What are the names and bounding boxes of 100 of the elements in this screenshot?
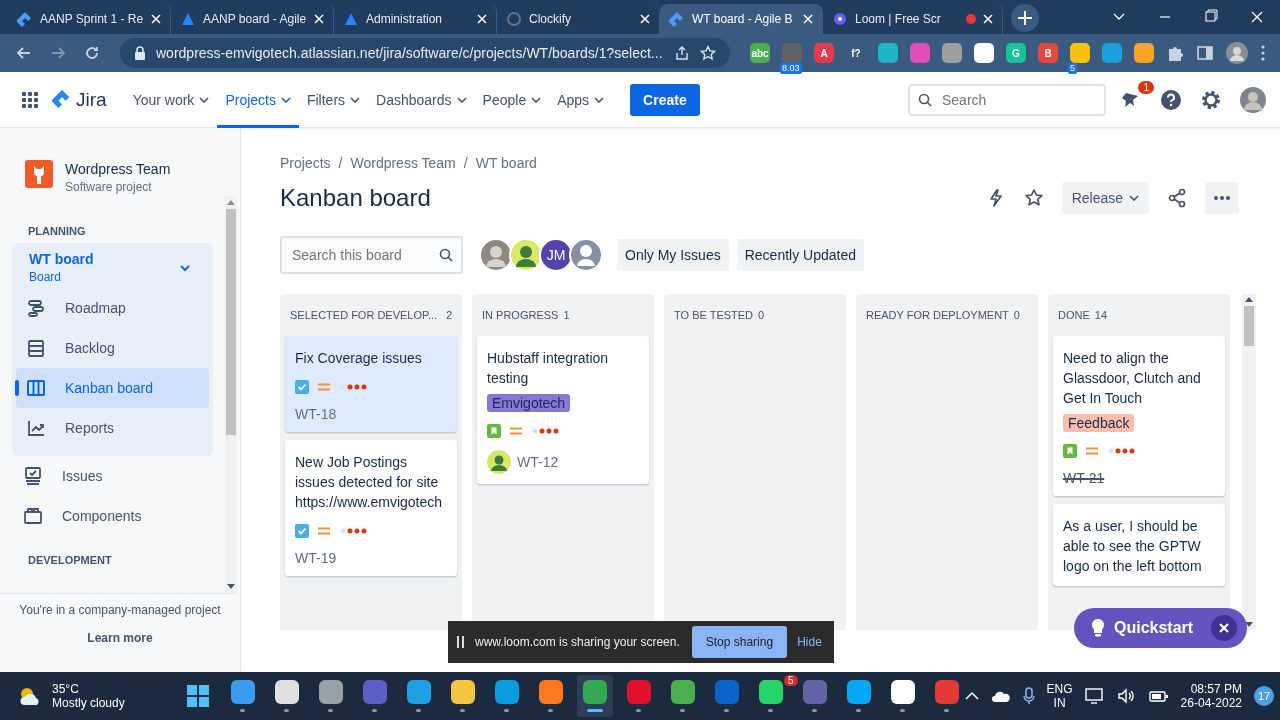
- sidebar-item[interactable]: Components: [12, 496, 213, 536]
- tab-title: WT board - Agile B: [692, 12, 794, 26]
- more-button[interactable]: [1205, 182, 1239, 214]
- scrollbar[interactable]: [1242, 294, 1256, 630]
- nav-menu[interactable]: Apps: [549, 71, 613, 128]
- side-panel-icon[interactable]: [1196, 44, 1214, 62]
- release-button[interactable]: Release: [1061, 182, 1149, 214]
- start-icon[interactable]: [184, 683, 211, 709]
- section-heading: PLANNING: [27, 224, 87, 239]
- avatar[interactable]: JM: [539, 238, 573, 272]
- close-icon[interactable]: [477, 14, 487, 24]
- sidebar-item[interactable]: Kanban board: [16, 368, 209, 408]
- sidebar-item[interactable]: Reports: [16, 408, 209, 448]
- issue-key[interactable]: WT-19: [295, 550, 337, 566]
- share-icon[interactable]: [1167, 188, 1187, 208]
- issue-card[interactable]: Hubstaff integration testing Emvigotech WT-12: [477, 336, 649, 484]
- avatar[interactable]: [509, 238, 543, 272]
- help-icon[interactable]: [1160, 88, 1182, 111]
- sidebar-item[interactable]: Roadmap: [16, 288, 209, 328]
- issue-card[interactable]: Fix Coverage issues WT-18: [285, 336, 457, 432]
- extension-icon[interactable]: [878, 43, 898, 63]
- label-tag: Emvigotech: [487, 394, 571, 412]
- search-input[interactable]: Search: [940, 90, 1090, 109]
- stop-sharing-button[interactable]: Stop sharing: [691, 626, 788, 658]
- scrollbar[interactable]: [225, 196, 237, 593]
- task-type-icon: [295, 524, 309, 538]
- breadcrumb-link[interactable]: Wordpress Team: [350, 155, 456, 171]
- user-avatar[interactable]: [1240, 86, 1266, 113]
- issue-key[interactable]: WT-21: [1063, 470, 1105, 486]
- extension-icon[interactable]: [1134, 43, 1154, 63]
- avatar[interactable]: [479, 238, 513, 272]
- bookmark-star-icon[interactable]: [700, 45, 716, 61]
- scroll-up-icon[interactable]: [1245, 296, 1253, 302]
- sidebar-item[interactable]: Issues: [12, 456, 213, 496]
- learn-more-link[interactable]: Learn more: [87, 631, 153, 645]
- issue-summary: As a user, I should be able to see the GPTW logo on the left bottom: [1063, 517, 1203, 576]
- filter-button[interactable]: Recently Updated: [736, 239, 864, 271]
- close-icon[interactable]: [1219, 623, 1230, 633]
- notification-badge: 1: [1138, 80, 1154, 94]
- puzzle-icon[interactable]: [1166, 44, 1184, 62]
- close-icon[interactable]: [983, 14, 993, 24]
- extension-icon[interactable]: [1070, 43, 1090, 63]
- share-icon[interactable]: [674, 45, 690, 61]
- issue-card[interactable]: Need to align the Glassdoor, Clutch and Get In Touch Feedback WT-21: [1053, 336, 1225, 496]
- breadcrumb-link[interactable]: Projects: [280, 155, 331, 171]
- extension-icon[interactable]: B: [1038, 43, 1058, 63]
- taskbar-app-icon[interactable]: [758, 680, 783, 704]
- language-indicator[interactable]: ENG IN: [1046, 682, 1073, 710]
- issue-card[interactable]: New Job Postings issues detected for site https://www.emvigotech WT-19: [285, 440, 457, 576]
- page-title: Kanban board: [280, 184, 431, 212]
- menu-icon[interactable]: [1260, 44, 1266, 62]
- breadcrumb-link[interactable]: WT board: [475, 155, 537, 171]
- chevron-up-icon[interactable]: [964, 691, 979, 701]
- scrollbar-thumb[interactable]: [1244, 306, 1254, 346]
- nav-menu[interactable]: Filters: [298, 71, 369, 128]
- star-icon[interactable]: [1023, 188, 1044, 208]
- search-field[interactable]: Search this board: [280, 236, 463, 274]
- volume-icon[interactable]: [1116, 687, 1137, 705]
- close-icon[interactable]: [803, 14, 813, 24]
- issue-key[interactable]: WT-12: [517, 454, 559, 470]
- new-tab-icon[interactable]: [1011, 4, 1039, 32]
- avatar[interactable]: [569, 238, 603, 272]
- close-icon[interactable]: [640, 14, 650, 24]
- nav-menu[interactable]: People: [474, 71, 550, 128]
- quickstart-button[interactable]: Quickstart: [1074, 608, 1248, 648]
- extension-icon[interactable]: A: [814, 43, 834, 63]
- favicon-icon: [832, 11, 848, 27]
- address-bar[interactable]: wordpress-emvigotech.atlassian.net/jira/software/c/projects/WT/boards/1?select...: [120, 38, 730, 68]
- extension-icon[interactable]: [974, 43, 994, 63]
- nav-menu[interactable]: Dashboards: [368, 71, 475, 128]
- taskbar-app-icon[interactable]: [450, 680, 475, 704]
- clock[interactable]: 08:57 PM 26-04-2022: [1180, 682, 1242, 710]
- profile-avatar[interactable]: [1226, 42, 1248, 64]
- jira-logo[interactable]: Jira: [52, 88, 107, 111]
- filter-button[interactable]: Only My Issues: [617, 239, 729, 271]
- column-title: IN PROGRESS: [482, 309, 559, 321]
- pause-icon[interactable]: [457, 636, 465, 648]
- close-icon[interactable]: [314, 14, 324, 24]
- sidebar-item[interactable]: Backlog: [16, 328, 209, 368]
- close-icon[interactable]: [151, 14, 161, 24]
- settings-icon[interactable]: [1200, 88, 1222, 111]
- taskbar-app-icon[interactable]: [274, 680, 299, 704]
- search-field[interactable]: Search: [908, 83, 1106, 116]
- microphone-icon[interactable]: [1022, 687, 1035, 705]
- display-icon[interactable]: [1084, 687, 1105, 705]
- browser-tab[interactable]: WT board - Agile B: [660, 4, 823, 34]
- nav-menu[interactable]: Your work: [124, 71, 218, 128]
- hide-link[interactable]: Hide: [797, 635, 822, 649]
- issue-card[interactable]: As a user, I should be able to see the GPTW logo on the left bottom: [1053, 504, 1225, 586]
- search-input[interactable]: Search this board: [290, 246, 439, 264]
- board-name[interactable]: WT board: [29, 251, 94, 267]
- scroll-down-icon[interactable]: [227, 584, 235, 590]
- scroll-up-icon[interactable]: [227, 199, 235, 205]
- weather-text: Mostly cloudy: [52, 696, 125, 710]
- scrollbar-thumb[interactable]: [226, 209, 236, 435]
- issue-key[interactable]: WT-18: [295, 406, 337, 422]
- cloud-icon[interactable]: [990, 689, 1011, 703]
- taskbar-app-icon[interactable]: [890, 680, 915, 704]
- app-switcher-icon[interactable]: [22, 91, 38, 108]
- create-button[interactable]: Create: [630, 83, 700, 116]
